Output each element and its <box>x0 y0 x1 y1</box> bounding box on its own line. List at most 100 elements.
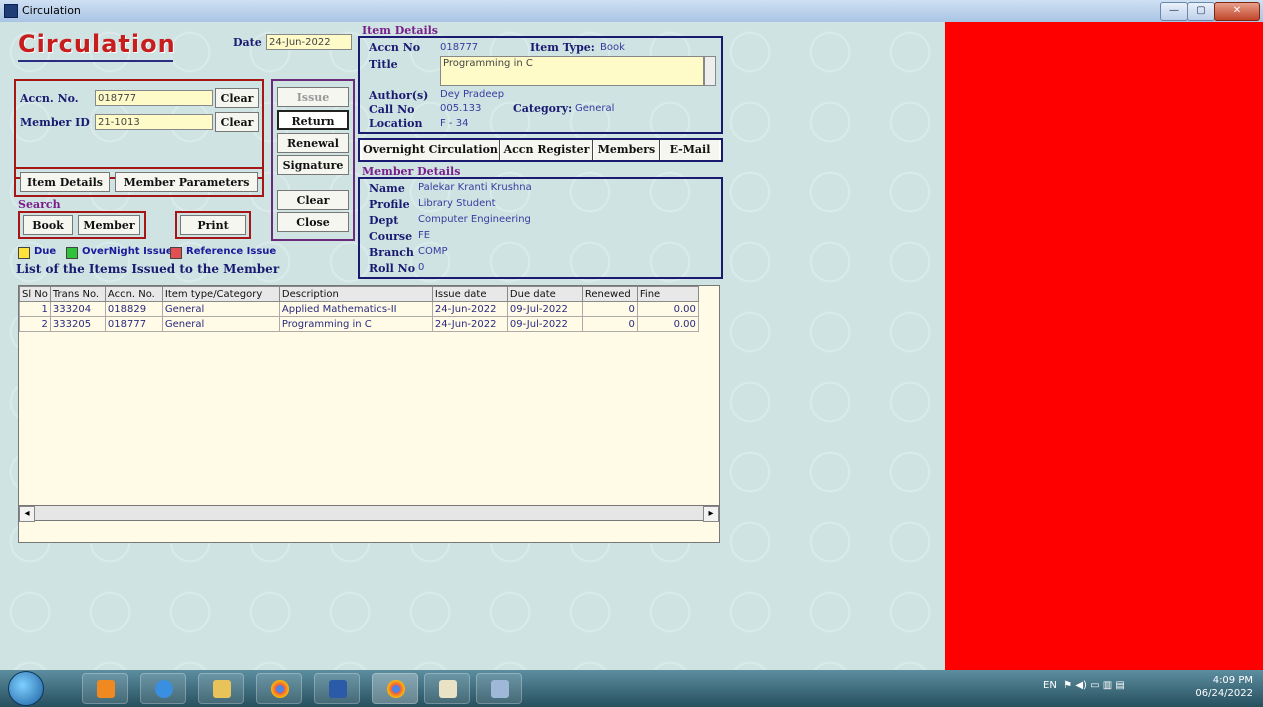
taskbar-explorer[interactable] <box>198 673 244 704</box>
item-author-value: Dey Pradeep <box>440 89 505 100</box>
search-label: Search <box>18 198 61 211</box>
tray-language[interactable]: EN ⚑ ◀) ▭ ▥ ▤ <box>1043 680 1125 691</box>
member-roll-value: 0 <box>418 262 425 273</box>
col-due-date[interactable]: Due date <box>506 286 583 302</box>
search-member-button[interactable]: Member <box>78 215 140 235</box>
taskbar-chrome[interactable] <box>256 673 302 704</box>
taskbar-circulation[interactable] <box>476 673 522 704</box>
clear-accn-button[interactable]: Clear <box>215 88 259 108</box>
app-logo: Circulation <box>18 30 176 58</box>
tray-time: 4:09 PM <box>1212 675 1253 686</box>
app-icon <box>4 4 18 18</box>
item-title-field[interactable]: Programming in C <box>440 56 704 86</box>
col-sl-no[interactable]: Sl No <box>19 286 51 302</box>
logo-underline <box>18 60 173 62</box>
tab-email[interactable]: E-Mail <box>661 140 719 160</box>
grid-horizontal-scrollbar[interactable]: ◂ ▸ <box>18 505 720 522</box>
title-scrollbar[interactable] <box>704 56 716 86</box>
member-name-label: Name <box>369 182 405 195</box>
table-row[interactable]: 1 333204 018829 General Applied Mathemat… <box>19 301 699 317</box>
word-icon <box>329 680 347 698</box>
scroll-left-icon[interactable]: ◂ <box>19 506 35 522</box>
tray-clock[interactable]: 4:09 PM 06/24/2022 <box>1195 674 1253 700</box>
chrome-icon <box>271 680 289 698</box>
item-location-value: F - 34 <box>440 118 469 129</box>
item-category-label: Category: <box>513 102 573 115</box>
close-window-button[interactable]: ✕ <box>1214 2 1260 21</box>
col-trans-no[interactable]: Trans No. <box>49 286 106 302</box>
taskbar-internet-explorer[interactable] <box>140 673 186 704</box>
col-fine[interactable]: Fine <box>636 286 699 302</box>
cell-renewed: 0 <box>581 301 638 317</box>
member-id-label: Member ID <box>20 116 90 129</box>
item-accn-value: 018777 <box>440 42 479 53</box>
tab-members[interactable]: Members <box>594 140 660 160</box>
close-form-button[interactable]: Close <box>277 212 349 232</box>
col-issue-date[interactable]: Issue date <box>431 286 508 302</box>
list-title: List of the Items Issued to the Member <box>16 262 280 276</box>
member-roll-label: Roll No <box>369 262 416 275</box>
signature-button[interactable]: Signature <box>277 155 349 175</box>
item-location-label: Location <box>369 117 423 130</box>
item-type-value: Book <box>600 42 625 53</box>
accn-input[interactable]: 018777 <box>95 90 213 106</box>
item-author-label: Author(s) <box>369 89 429 102</box>
member-dept-label: Dept <box>369 214 399 227</box>
cell-trans-no: 333204 <box>49 301 106 317</box>
cell-accn-no: 018777 <box>104 316 163 332</box>
cell-sl-no: 1 <box>19 301 51 317</box>
cell-due-date: 09-Jul-2022 <box>506 301 583 317</box>
return-button[interactable]: Return <box>277 110 349 130</box>
window-title: Circulation <box>22 4 81 17</box>
cell-issue-date: 24-Jun-2022 <box>431 301 508 317</box>
clear-member-button[interactable]: Clear <box>215 112 259 132</box>
scroll-right-icon[interactable]: ▸ <box>703 506 719 522</box>
taskbar-chrome-active[interactable] <box>372 673 418 704</box>
cell-accn-no: 018829 <box>104 301 163 317</box>
member-id-input[interactable]: 21-1013 <box>95 114 213 130</box>
member-parameters-button[interactable]: Member Parameters <box>115 172 258 192</box>
taskbar-library-app[interactable] <box>424 673 470 704</box>
start-button-icon[interactable] <box>8 671 44 706</box>
print-button[interactable]: Print <box>180 215 246 235</box>
maximize-button[interactable]: ▢ <box>1187 2 1215 21</box>
item-details-button[interactable]: Item Details <box>20 172 110 192</box>
col-renewed[interactable]: Renewed <box>581 286 638 302</box>
date-field[interactable]: 24-Jun-2022 <box>266 34 352 50</box>
due-swatch-icon <box>18 247 30 259</box>
window-titlebar: Circulation — ▢ ✕ <box>0 0 1263 23</box>
overnight-swatch-icon <box>66 247 78 259</box>
cell-sl-no: 2 <box>19 316 51 332</box>
cell-trans-no: 333205 <box>49 316 106 332</box>
taskbar: EN ⚑ ◀) ▭ ▥ ▤ 4:09 PM 06/24/2022 <box>0 670 1263 707</box>
table-row[interactable]: 2 333205 018777 General Programming in C… <box>19 316 699 332</box>
legend-overnight: OverNight Issue <box>82 246 173 257</box>
cell-description: Applied Mathematics-II <box>278 301 433 317</box>
issue-button[interactable]: Issue <box>277 87 349 107</box>
search-book-button[interactable]: Book <box>23 215 73 235</box>
member-profile-value: Library Student <box>418 198 496 209</box>
member-dept-value: Computer Engineering <box>418 214 531 225</box>
col-description[interactable]: Description <box>278 286 433 302</box>
reference-swatch-icon <box>170 247 182 259</box>
circulation-form: Circulation Date 24-Jun-2022 Accn. No. 0… <box>0 22 945 670</box>
member-course-value: FE <box>418 230 431 241</box>
media-player-icon <box>97 680 115 698</box>
tray-date: 06/24/2022 <box>1195 688 1253 699</box>
legend-due: Due <box>34 246 57 257</box>
app-window-icon <box>491 680 509 698</box>
member-branch-label: Branch <box>369 246 414 259</box>
member-name-value: Palekar Kranti Krushna <box>418 182 532 193</box>
taskbar-media-player[interactable] <box>82 673 128 704</box>
tab-accn-register[interactable]: Accn Register <box>501 140 593 160</box>
col-accn-no[interactable]: Accn. No. <box>104 286 163 302</box>
renewal-button[interactable]: Renewal <box>277 133 349 153</box>
member-course-label: Course <box>369 230 413 243</box>
taskbar-word[interactable] <box>314 673 360 704</box>
minimize-button[interactable]: — <box>1160 2 1188 21</box>
language-indicator[interactable]: EN <box>1043 680 1057 691</box>
table-header-row: Sl No Trans No. Accn. No. Item type/Cate… <box>19 286 699 302</box>
col-item-type[interactable]: Item type/Category <box>161 286 280 302</box>
clear-form-button[interactable]: Clear <box>277 190 349 210</box>
tab-overnight-circulation[interactable]: Overnight Circulation <box>362 140 500 160</box>
